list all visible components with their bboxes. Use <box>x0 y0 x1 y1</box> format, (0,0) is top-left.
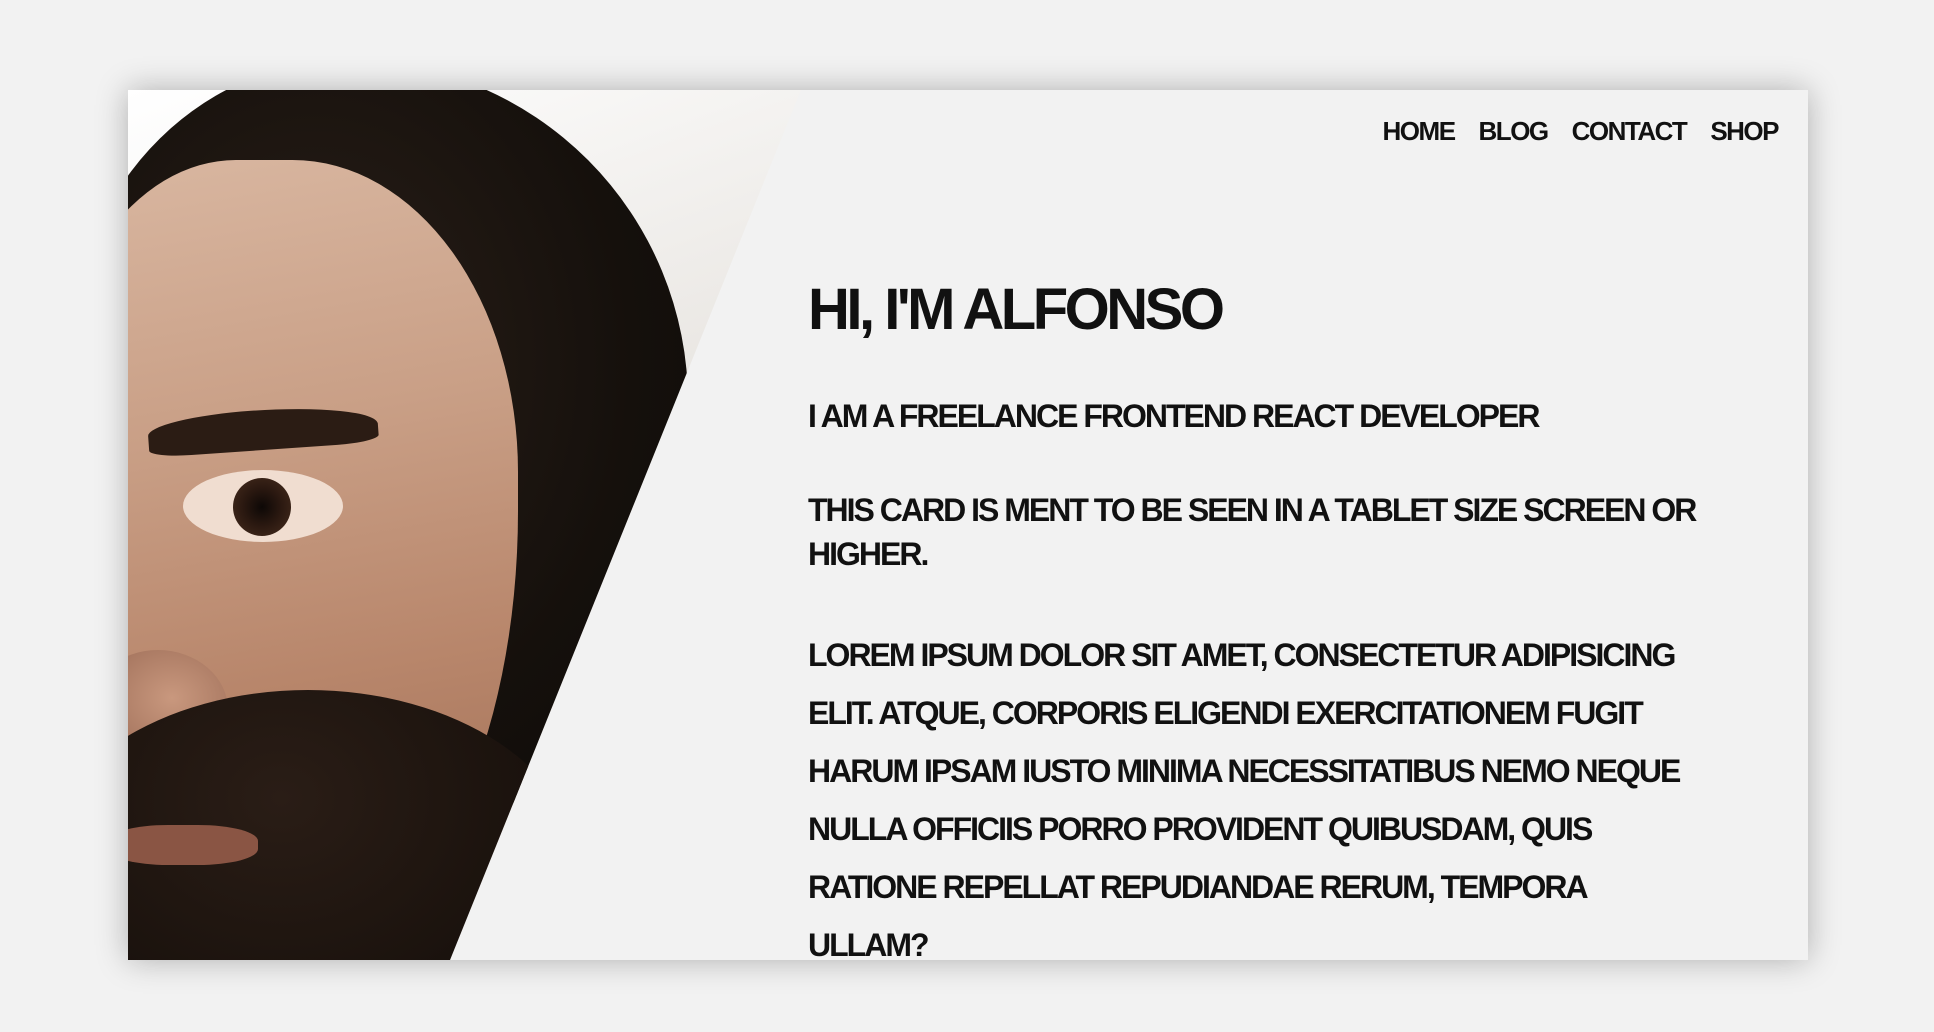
hero-title: HI, I'M ALFONSO <box>808 277 1225 342</box>
hero-content: HI, I'M ALFONSO I AM A FREELANCE FRONTEN… <box>808 270 1738 960</box>
photo-iris <box>233 478 291 536</box>
profile-photo <box>128 90 801 960</box>
hero-subtitle: I AM A FREELANCE FRONTEND REACT DEVELOPE… <box>808 398 1540 434</box>
nav-blog-link[interactable]: BLOG <box>1479 110 1550 152</box>
hero-body: LOREM IPSUM DOLOR SIT AMET, CONSECTETUR … <box>808 637 1681 960</box>
nav-home-link[interactable]: HOME <box>1383 110 1457 152</box>
nav-shop-link[interactable]: SHOP <box>1710 110 1779 152</box>
nav-contact-link[interactable]: CONTACT <box>1572 110 1688 152</box>
photo-eye <box>183 470 343 542</box>
profile-card: HOME BLOG CONTACT SHOP HI, I'M ALFONSO I… <box>128 90 1808 960</box>
main-nav: HOME BLOG CONTACT SHOP <box>1383 110 1780 152</box>
hero-note: THIS CARD IS MENT TO BE SEEN IN A TABLET… <box>808 492 1697 572</box>
photo-lip <box>128 825 258 865</box>
